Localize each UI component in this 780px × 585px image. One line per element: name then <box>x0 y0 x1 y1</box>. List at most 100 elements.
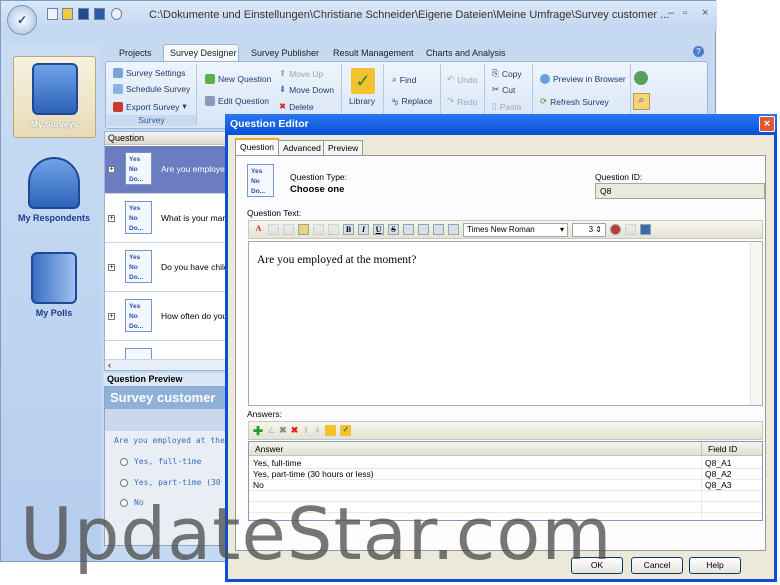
tab-result-management[interactable]: Result Management <box>333 48 414 58</box>
delete-all-icon[interactable]: ✖ <box>291 425 299 436</box>
align-left-icon[interactable] <box>403 224 414 235</box>
redo-button[interactable]: ↷ Redo <box>447 96 477 107</box>
maximize-button[interactable]: ▫ <box>683 7 687 19</box>
font-select[interactable]: Times New Roman ▾ <box>463 222 568 237</box>
delete-button[interactable]: ✖ Delete <box>279 101 314 112</box>
copy-icon[interactable] <box>283 224 294 235</box>
expand-icon[interactable]: + <box>108 166 115 173</box>
preview-in-browser-button[interactable]: Preview in Browser <box>540 74 626 84</box>
table-row[interactable]: Yes, full-time Q8_A1 <box>249 458 762 469</box>
column-header-answer[interactable]: Answer <box>249 442 701 456</box>
find-button[interactable]: ⌕ Find <box>392 74 416 85</box>
redo-icon[interactable] <box>328 224 339 235</box>
ok-button[interactable]: OK <box>571 557 623 574</box>
replace-button[interactable]: ᵃᵦ Replace <box>392 96 433 106</box>
export-survey-button[interactable]: Export Survey ▾ <box>113 101 187 112</box>
expand-icon[interactable]: + <box>108 313 115 320</box>
help-button[interactable]: Help <box>689 557 741 574</box>
close-button[interactable]: × <box>759 116 775 132</box>
expand-icon[interactable]: + <box>108 215 115 222</box>
radio[interactable] <box>120 498 128 507</box>
move-up-button[interactable]: ⬆ Move Up <box>279 68 323 79</box>
strikethrough-icon[interactable]: S <box>388 224 399 235</box>
justify-icon[interactable] <box>448 224 459 235</box>
sidebar-item-my-surveys[interactable]: My Surveys <box>13 56 96 138</box>
tab-survey-designer[interactable]: Survey Designer <box>170 48 237 58</box>
question-row[interactable]: + Yes No Do... Do you have children? <box>105 244 227 292</box>
question-row[interactable]: + Yes No Do... What is your marital status… <box>105 195 227 243</box>
move-down-button[interactable]: ⬇ Move Down <box>279 84 334 95</box>
bold-icon[interactable]: B <box>343 224 354 235</box>
tab-projects[interactable]: Projects <box>119 48 152 58</box>
copy-button[interactable]: ⎘ Copy <box>492 68 522 79</box>
cut-button[interactable]: ✂ Cut <box>492 84 515 95</box>
underline-icon[interactable]: U <box>373 224 384 235</box>
library-icon[interactable]: ✓ <box>340 425 352 436</box>
undo-button[interactable]: ↶ Undo <box>447 74 477 85</box>
image-icon[interactable] <box>640 224 651 235</box>
settings-icon[interactable] <box>111 8 122 20</box>
arrow-up-icon[interactable]: ⬆ <box>302 425 310 436</box>
minimize-button[interactable]: – <box>668 7 674 19</box>
save-icon[interactable] <box>78 8 89 20</box>
radio[interactable] <box>120 478 128 487</box>
schedule-survey-button[interactable]: Schedule Survey <box>113 84 190 94</box>
library-button[interactable]: Library <box>349 96 375 106</box>
paste-button[interactable]: ▯ Paste <box>492 101 521 112</box>
new-question-button[interactable]: New Question <box>205 74 271 84</box>
undo-icon[interactable] <box>313 224 324 235</box>
cancel-button[interactable]: Cancel <box>631 557 683 574</box>
column-header-field-id[interactable]: Field ID <box>701 442 762 456</box>
zoom-icon[interactable]: ⌕ <box>633 93 650 110</box>
table-row[interactable]: No Q8_A3 <box>249 480 762 491</box>
italic-icon[interactable]: I <box>358 224 369 235</box>
tab-question[interactable]: Question <box>235 138 280 156</box>
tab-advanced[interactable]: Advanced <box>278 140 326 155</box>
save-all-icon[interactable] <box>94 8 105 20</box>
new-icon[interactable] <box>47 8 58 20</box>
icon-text: No <box>129 264 138 271</box>
radio[interactable] <box>120 457 128 466</box>
spellcheck-icon[interactable]: A <box>253 224 264 235</box>
horizontal-scrollbar[interactable]: ‹ <box>105 359 227 370</box>
align-right-icon[interactable] <box>433 224 444 235</box>
sidebar-item-my-respondents[interactable]: My Respondents <box>13 151 95 223</box>
import-icon[interactable] <box>325 425 337 436</box>
preview-option[interactable]: Yes, part-time (30 hours or less) <box>120 478 227 487</box>
question-text-editor[interactable]: Are you employed at the moment? <box>248 241 763 406</box>
tab-preview[interactable]: Preview <box>323 140 364 155</box>
print-icon[interactable] <box>625 224 636 235</box>
align-center-icon[interactable] <box>418 224 429 235</box>
paste-icon[interactable] <box>298 224 309 235</box>
expand-icon[interactable]: + <box>108 264 115 271</box>
scissors-icon[interactable] <box>268 224 279 235</box>
color-icon[interactable] <box>610 224 621 235</box>
sidebar-item-my-polls[interactable]: My Polls <box>13 246 95 318</box>
refresh-survey-button[interactable]: ⟳ Refresh Survey <box>540 96 609 107</box>
edit-answer-icon[interactable]: ∠ <box>267 425 275 436</box>
delete-answer-icon[interactable]: ✖ <box>279 425 287 436</box>
tab-charts-and-analysis[interactable]: Charts and Analysis <box>426 48 506 58</box>
survey-settings-button[interactable]: Survey Settings <box>113 68 186 78</box>
library-icon[interactable]: ✓ <box>351 68 375 94</box>
question-id-field[interactable]: Q8 <box>595 183 765 199</box>
question-type-label: Question Type: <box>290 172 348 182</box>
tab-survey-publisher[interactable]: Survey Publisher <box>251 48 319 58</box>
edit-question-button[interactable]: Edit Question <box>205 96 269 106</box>
preview-option[interactable]: Yes, full-time <box>120 457 201 466</box>
label: Export Survey <box>126 101 180 112</box>
close-button[interactable]: × <box>702 7 708 19</box>
open-folder-icon[interactable] <box>62 8 73 20</box>
question-row[interactable]: + Yes No Do... Are you employed at the mom… <box>105 146 227 194</box>
preview-option[interactable]: No <box>120 498 144 507</box>
font-size-stepper[interactable]: 3 ⇕ <box>572 222 606 237</box>
question-row[interactable]: + Yes No Do... How often do you <box>105 293 227 341</box>
add-answer-icon[interactable]: ✚ <box>253 424 263 438</box>
vertical-scrollbar[interactable] <box>750 242 762 405</box>
globe-icon[interactable] <box>634 71 648 85</box>
app-menu-button[interactable]: ✓ <box>7 5 37 35</box>
column-header[interactable]: Question <box>105 132 227 145</box>
arrow-down-icon[interactable]: ⬇ <box>314 425 322 436</box>
help-icon[interactable]: ? <box>693 46 704 57</box>
table-row[interactable]: Yes, part-time (30 hours or less) Q8_A2 <box>249 469 762 480</box>
